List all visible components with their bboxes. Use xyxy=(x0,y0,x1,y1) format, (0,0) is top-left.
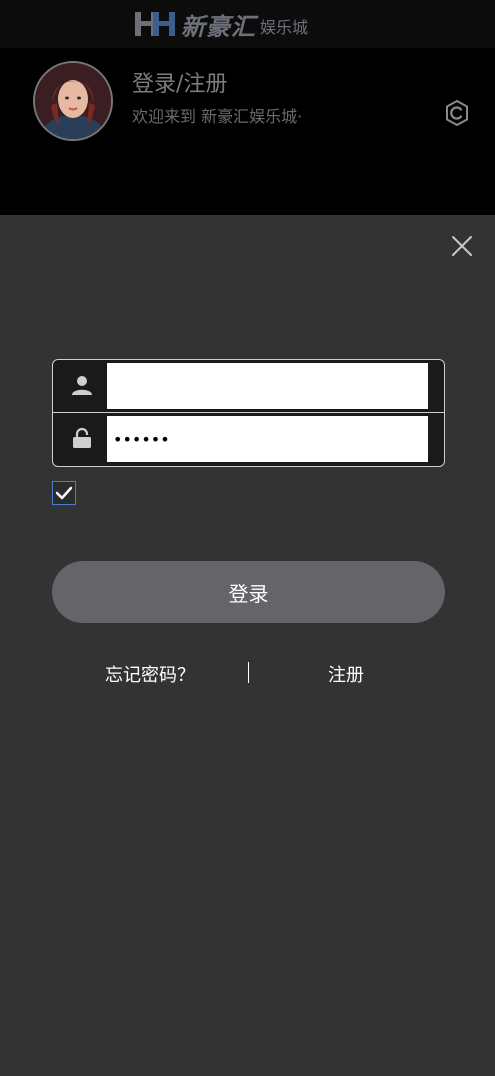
top-header: 新豪汇 娱乐城 xyxy=(0,0,495,48)
profile-title[interactable]: 登录/注册 xyxy=(132,66,227,98)
username-input[interactable] xyxy=(107,363,428,409)
profile-subtitle: 欢迎来到 新豪汇娱乐城· xyxy=(132,107,303,126)
user-icon xyxy=(72,376,92,395)
password-input[interactable] xyxy=(107,416,428,462)
gear-icon[interactable] xyxy=(442,98,472,128)
logo-mark-icon xyxy=(135,12,175,36)
lock-icon xyxy=(73,427,91,448)
avatar-image xyxy=(35,63,111,139)
close-icon[interactable] xyxy=(450,234,474,258)
input-edge xyxy=(430,363,442,409)
username-row xyxy=(53,360,444,412)
remember-checkbox[interactable] xyxy=(52,481,76,505)
logo-main-text: 新豪汇 xyxy=(181,12,256,41)
link-separator xyxy=(248,662,249,683)
input-edge xyxy=(430,416,442,462)
login-button[interactable]: 登录 xyxy=(52,561,445,623)
profile-section: 登录/注册 欢迎来到 新豪汇娱乐城· xyxy=(0,48,495,275)
login-form xyxy=(52,359,445,467)
logo-sub-text: 娱乐城 xyxy=(260,18,309,37)
avatar[interactable] xyxy=(33,61,113,141)
forgot-password-link[interactable]: 忘记密码？ xyxy=(105,661,195,687)
brand-logo: 新豪汇 娱乐城 xyxy=(133,8,309,41)
password-row xyxy=(53,413,444,465)
register-link[interactable]: 注册 xyxy=(328,661,364,687)
check-icon xyxy=(55,486,73,500)
login-sheet xyxy=(0,215,495,1076)
